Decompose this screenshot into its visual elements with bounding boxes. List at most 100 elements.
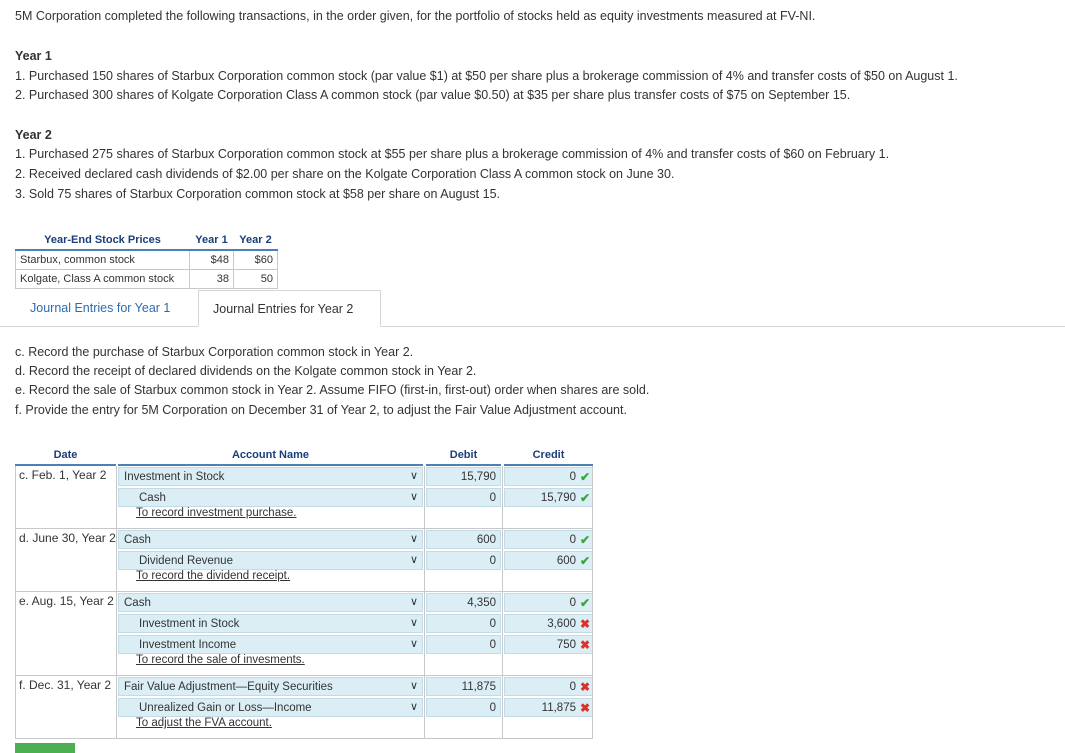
year1-heading: Year 1 xyxy=(15,49,52,63)
year2-heading: Year 2 xyxy=(15,128,52,142)
credit-input[interactable]: 0 ✖ xyxy=(504,677,593,696)
year2-item-3: 3. Sold 75 shares of Starbux Corporation… xyxy=(15,187,501,201)
chevron-down-icon[interactable]: ∨ xyxy=(410,698,420,717)
account-select[interactable]: Cash xyxy=(118,593,423,612)
account-select[interactable]: Investment in Stock xyxy=(118,614,423,633)
column-divider xyxy=(592,466,593,738)
tab-bar: Journal Entries for Year 1 Journal Entri… xyxy=(0,290,1065,327)
header-debit: Debit xyxy=(426,447,501,466)
requirement-e: e. Record the sale of Starbux common sto… xyxy=(15,383,650,397)
entry-date: e. Aug. 15, Year 2 xyxy=(19,594,114,608)
check-icon: ✔ xyxy=(579,533,590,547)
chevron-down-icon[interactable]: ∨ xyxy=(410,593,420,612)
chevron-down-icon[interactable]: ∨ xyxy=(410,488,420,507)
credit-input[interactable]: 3,600 ✖ xyxy=(504,614,593,633)
year1-item-1: 1. Purchased 150 shares of Starbux Corpo… xyxy=(15,69,958,83)
requirement-d: d. Record the receipt of declared divide… xyxy=(15,364,477,378)
intro-text: 5M Corporation completed the following t… xyxy=(15,9,816,23)
header-date: Date xyxy=(15,447,116,466)
entry-memo: To record the dividend receipt. xyxy=(136,570,291,582)
entry-date: d. June 30, Year 2 xyxy=(19,531,116,545)
requirement-f: f. Provide the entry for 5M Corporation … xyxy=(15,403,627,417)
debit-input[interactable]: 0 xyxy=(426,488,501,507)
chevron-down-icon[interactable]: ∨ xyxy=(410,635,420,654)
credit-value: 11,875 xyxy=(541,702,576,714)
prices-header-year1: Year 1 xyxy=(189,231,234,251)
table-row: Starbux, common stock $48 $60 xyxy=(15,249,278,270)
credit-value: 750 xyxy=(556,639,576,651)
entry-memo: To record investment purchase. xyxy=(136,507,297,519)
chevron-down-icon[interactable]: ∨ xyxy=(410,551,420,570)
account-select[interactable]: Unrealized Gain or Loss—Income xyxy=(118,698,423,717)
header-credit: Credit xyxy=(504,447,593,466)
stock-prices-table: Year-End Stock Prices Year 1 Year 2 Star… xyxy=(15,231,278,289)
chevron-down-icon[interactable]: ∨ xyxy=(410,677,420,696)
entry-memo: To adjust the FVA account. xyxy=(136,717,272,729)
credit-input[interactable]: 11,875 ✖ xyxy=(504,698,593,717)
credit-input[interactable]: 750 ✖ xyxy=(504,635,593,654)
requirement-c: c. Record the purchase of Starbux Corpor… xyxy=(15,345,414,359)
tab-journal-year1[interactable]: Journal Entries for Year 1 xyxy=(16,290,198,326)
year2-item-1: 1. Purchased 275 shares of Starbux Corpo… xyxy=(15,147,890,161)
credit-value: 0 xyxy=(569,471,576,483)
column-divider xyxy=(15,466,16,738)
chevron-down-icon[interactable]: ∨ xyxy=(410,467,420,486)
cross-icon: ✖ xyxy=(579,638,590,652)
entry-memo: To record the sale of invesments. xyxy=(136,654,305,666)
header-account: Account Name xyxy=(118,447,423,466)
credit-value: 15,790 xyxy=(540,492,576,504)
credit-input[interactable]: 0 ✔ xyxy=(504,593,593,612)
prices-header-label: Year-End Stock Prices xyxy=(15,231,190,251)
debit-input[interactable]: 600 xyxy=(426,530,501,549)
column-divider xyxy=(116,466,117,738)
check-icon: ✔ xyxy=(579,596,590,610)
credit-input[interactable]: 15,790 ✔ xyxy=(504,488,593,507)
credit-value: 600 xyxy=(556,555,576,567)
entry-date: f. Dec. 31, Year 2 xyxy=(19,678,112,692)
check-icon: ✔ xyxy=(579,470,590,484)
chevron-down-icon[interactable]: ∨ xyxy=(410,614,420,633)
debit-input[interactable]: 0 xyxy=(426,698,501,717)
prices-cell: $60 xyxy=(233,249,278,270)
prices-cell: $48 xyxy=(189,249,234,270)
account-select[interactable]: Investment in Stock xyxy=(118,467,423,486)
debit-input[interactable]: 15,790 xyxy=(426,467,501,486)
prices-cell: 50 xyxy=(233,269,278,289)
year1-item-2: 2. Purchased 300 shares of Kolgate Corpo… xyxy=(15,88,851,102)
credit-input[interactable]: 0 ✔ xyxy=(504,530,593,549)
account-select[interactable]: Dividend Revenue xyxy=(118,551,423,570)
column-divider xyxy=(424,466,425,738)
chevron-down-icon[interactable]: ∨ xyxy=(410,530,420,549)
debit-input[interactable]: 0 xyxy=(426,614,501,633)
cross-icon: ✖ xyxy=(579,680,590,694)
entry-date: c. Feb. 1, Year 2 xyxy=(19,468,107,482)
credit-value: 3,600 xyxy=(547,618,576,630)
debit-input[interactable]: 0 xyxy=(426,635,501,654)
debit-input[interactable]: 4,350 xyxy=(426,593,501,612)
debit-input[interactable]: 11,875 xyxy=(426,677,501,696)
check-icon: ✔ xyxy=(579,554,590,568)
credit-value: 0 xyxy=(569,597,576,609)
credit-value: 0 xyxy=(569,681,576,693)
account-select[interactable]: Cash xyxy=(118,530,423,549)
prices-header-year2: Year 2 xyxy=(233,231,278,251)
account-select[interactable]: Investment Income xyxy=(118,635,423,654)
table-row: Kolgate, Class A common stock 38 50 xyxy=(15,269,278,289)
row-divider xyxy=(15,675,593,676)
year2-item-2: 2. Received declared cash dividends of $… xyxy=(15,167,675,181)
check-icon: ✔ xyxy=(579,491,590,505)
row-divider xyxy=(15,591,593,592)
submit-button[interactable] xyxy=(15,743,75,753)
debit-input[interactable]: 0 xyxy=(426,551,501,570)
credit-input[interactable]: 600 ✔ xyxy=(504,551,593,570)
credit-input[interactable]: 0 ✔ xyxy=(504,467,593,486)
column-divider xyxy=(502,466,503,738)
prices-cell: Starbux, common stock xyxy=(15,249,190,270)
account-select[interactable]: Fair Value Adjustment—Equity Securities xyxy=(118,677,423,696)
prices-cell: Kolgate, Class A common stock xyxy=(15,269,190,289)
account-select[interactable]: Cash xyxy=(118,488,423,507)
prices-cell: 38 xyxy=(189,269,234,289)
cross-icon: ✖ xyxy=(579,617,590,631)
credit-value: 0 xyxy=(569,534,576,546)
tab-journal-year2[interactable]: Journal Entries for Year 2 xyxy=(198,290,381,327)
